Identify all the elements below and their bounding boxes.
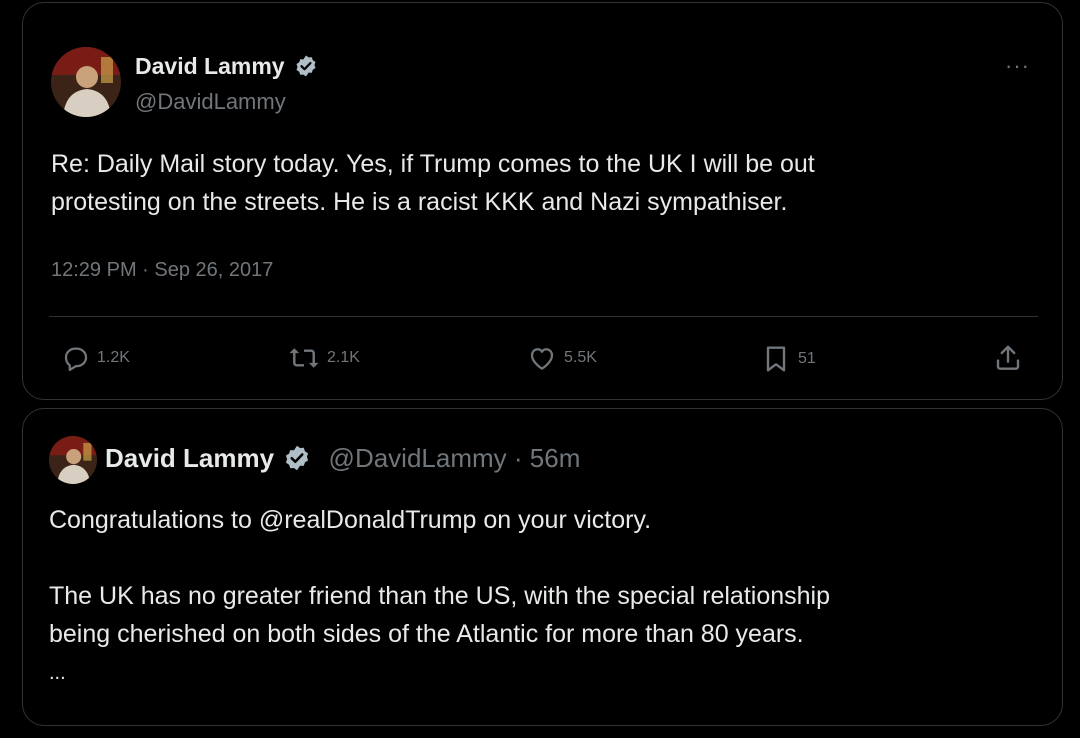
share-button[interactable] <box>993 343 1029 373</box>
share-icon <box>996 345 1020 370</box>
tweet-card-original[interactable]: David Lammy @DavidLammy ··· Re: Daily Ma… <box>22 2 1063 400</box>
bookmark-count: 51 <box>798 350 816 367</box>
avatar[interactable] <box>49 436 97 484</box>
repost-count: 2.1K <box>327 349 360 366</box>
repost-button[interactable]: 2.1K <box>287 343 360 373</box>
author-handle[interactable]: @DavidLammy <box>329 443 507 473</box>
author-row: David Lammy <box>135 53 318 80</box>
tweet-text-line: Re: Daily Mail story today. Yes, if Trum… <box>51 150 815 178</box>
repost-icon <box>289 348 319 368</box>
author-handle[interactable]: @DavidLammy <box>135 89 286 115</box>
verified-badge-icon <box>286 445 309 471</box>
more-options-icon[interactable]: ··· <box>1005 53 1030 79</box>
author-row: David Lammy @DavidLammy · 56m <box>105 443 580 474</box>
tweet-text: Congratulations to @realDonaldTrump on y… <box>49 501 1044 693</box>
bookmark-button[interactable]: 51 <box>760 343 816 375</box>
heart-icon <box>530 348 554 370</box>
tweet-timestamp[interactable]: 12:29 PM · Sep 26, 2017 <box>51 259 273 282</box>
tweet-card-recent[interactable]: David Lammy @DavidLammy · 56m Congratula… <box>22 408 1063 726</box>
reply-count: 1.2K <box>97 349 130 366</box>
divider <box>49 316 1038 317</box>
reply-button[interactable]: 1.2K <box>61 343 130 373</box>
like-count: 5.5K <box>564 349 597 366</box>
author-name[interactable]: David Lammy <box>135 53 285 79</box>
like-button[interactable]: 5.5K <box>526 343 597 373</box>
show-more-ellipsis[interactable]: ... <box>49 653 1044 693</box>
avatar[interactable] <box>51 47 121 117</box>
tweet-text-line: Congratulations to @realDonaldTrump on y… <box>49 506 652 534</box>
tweet-age[interactable]: · 56m <box>514 443 580 473</box>
reply-icon <box>64 347 88 371</box>
profile-photo-icon <box>49 436 97 484</box>
tweet-text-line: protesting on the streets. He is a racis… <box>51 188 788 216</box>
verified-badge-icon <box>296 55 316 77</box>
tweet-text-line: being cherished on both sides of the Atl… <box>49 620 804 648</box>
tweet-text-line: The UK has no greater friend than the US… <box>49 582 830 610</box>
profile-photo-icon <box>51 47 121 117</box>
author-name[interactable]: David Lammy <box>105 443 274 473</box>
tweet-text: Re: Daily Mail story today. Yes, if Trum… <box>51 145 1041 221</box>
bookmark-icon <box>766 346 786 372</box>
